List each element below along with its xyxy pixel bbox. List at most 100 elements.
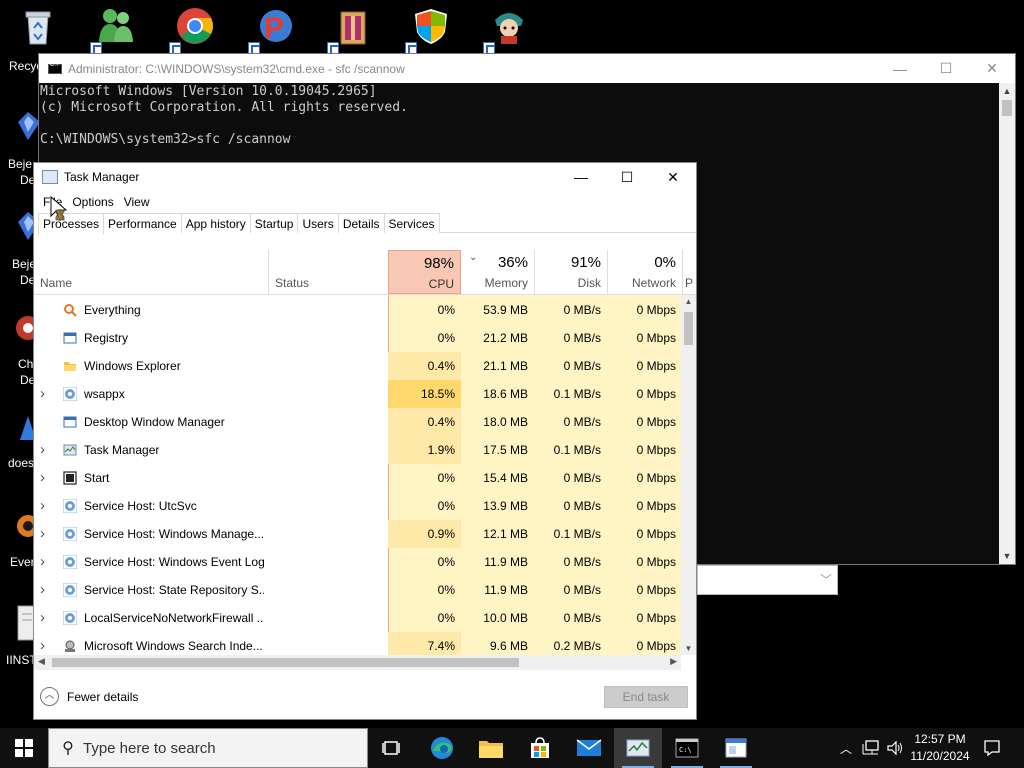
volume-icon[interactable] [884, 728, 906, 768]
table-row[interactable]: › Service Host: Windows Event Log 0% 11.9 M… [34, 548, 682, 576]
tm-maximize-button[interactable]: ☐ [604, 163, 650, 191]
table-row[interactable]: › Task Manager 1.9% 17.5 MB 0.1 MB/s 0 Mbps [34, 436, 682, 464]
tm-title: Task Manager [64, 170, 140, 184]
cmd-scrollbar[interactable]: ▲ ▼ [999, 83, 1015, 564]
cmd-close-button[interactable]: ✕ [969, 54, 1015, 83]
table-row[interactable]: Desktop Window Manager 0.4% 18.0 MB 0 MB/s 0… [34, 408, 682, 436]
taskbar-store[interactable] [516, 728, 564, 768]
winrar-icon[interactable] [325, 2, 381, 58]
process-vertical-scrollbar[interactable]: ▲ ▼ [681, 295, 696, 655]
expand-chevron-icon[interactable]: › [40, 604, 45, 632]
task-manager-window[interactable]: Task Manager — ☐ ✕ File Options View Pro… [33, 162, 697, 720]
expand-chevron-icon[interactable]: › [40, 380, 45, 408]
table-row[interactable]: › Service Host: Windows Manage... 0.9% 12.1… [34, 520, 682, 548]
table-row[interactable]: › Microsoft Windows Search Inde... 7.4% 9.6… [34, 632, 682, 655]
table-row[interactable]: › LocalServiceNoNetworkFirewall ... 0% 10.0… [34, 604, 682, 632]
tm-minimize-button[interactable]: — [558, 163, 604, 191]
taskbar-edge[interactable] [418, 728, 466, 768]
scroll-up-icon[interactable]: ▲ [681, 297, 696, 306]
header-network[interactable]: 0% Network [607, 250, 682, 294]
task-view-button[interactable] [368, 728, 416, 768]
expand-chevron-icon[interactable]: › [40, 436, 45, 464]
expand-chevron-icon[interactable]: › [40, 576, 45, 604]
chrome-icon[interactable] [167, 2, 223, 58]
cmd-scroll-thumb[interactable] [1002, 100, 1012, 116]
background-dropdown[interactable]: ﹀ [697, 565, 838, 595]
header-network-label: Network [631, 276, 676, 290]
cmd-icon: C:\ [675, 738, 699, 758]
table-row[interactable]: Registry 0% 21.2 MB 0 MB/s 0 Mbps [34, 324, 682, 352]
header-power[interactable]: P [682, 250, 696, 294]
cmd-console[interactable]: Microsoft Windows [Version 10.0.19045.29… [39, 83, 1015, 148]
cmd-minimize-button[interactable]: — [877, 54, 923, 83]
process-horizontal-scrollbar[interactable]: ◀ ▶ [34, 655, 681, 670]
tray-show-hidden-icon[interactable]: ︿ [836, 728, 856, 768]
tab-app-history[interactable]: App history [180, 213, 251, 233]
taskbar-file-explorer[interactable] [467, 728, 515, 768]
scroll-down-icon[interactable]: ▼ [999, 548, 1015, 564]
process-memory: 13.9 MB [483, 499, 528, 513]
tm-titlebar[interactable]: Task Manager — ☐ ✕ [34, 163, 696, 191]
horizontal-scroll-thumb[interactable] [52, 658, 519, 667]
process-disk: 0.1 MB/s [553, 387, 601, 401]
scroll-left-icon[interactable]: ◀ [38, 656, 45, 667]
network-icon[interactable] [860, 728, 882, 768]
header-memory[interactable]: ⌄ 36% Memory [461, 250, 534, 294]
process-cpu: 0% [437, 331, 455, 345]
process-memory: 21.1 MB [483, 359, 528, 373]
table-row[interactable]: › Start 0% 15.4 MB 0 MB/s 0 Mbps [34, 464, 682, 492]
taskbar-cmd[interactable]: C:\ [663, 728, 711, 768]
app-window-icon [725, 738, 747, 758]
notification-center-button[interactable] [978, 728, 1006, 768]
expand-chevron-icon[interactable]: › [40, 632, 45, 655]
tm-close-button[interactable]: ✕ [650, 163, 696, 191]
tab-details[interactable]: Details [337, 213, 385, 233]
vertical-scroll-thumb[interactable] [684, 312, 693, 345]
expand-chevron-icon[interactable]: › [40, 492, 45, 520]
tab-processes[interactable]: Processes [38, 213, 105, 234]
menu-options[interactable]: Options [67, 195, 118, 209]
cmd-maximize-button[interactable]: ☐ [923, 54, 969, 83]
expand-chevron-icon[interactable]: › [40, 520, 45, 548]
chevron-down-icon[interactable]: ﹀ [820, 571, 832, 588]
expand-chevron-icon[interactable]: › [40, 464, 45, 492]
scroll-down-icon[interactable]: ▼ [681, 644, 696, 653]
cmd-titlebar[interactable]: Administrator: C:\WINDOWS\system32\cmd.e… [39, 54, 1015, 83]
header-cpu[interactable]: 98% CPU [388, 250, 461, 294]
header-name[interactable]: Name [34, 250, 268, 294]
process-name: Desktop Window Manager [84, 415, 225, 429]
taskbar-app-window[interactable] [712, 728, 760, 768]
tab-services[interactable]: Services [383, 213, 440, 233]
header-status[interactable]: Status [268, 250, 388, 294]
recycle-bin-icon[interactable] [10, 2, 66, 58]
header-disk[interactable]: 91% Disk [534, 250, 607, 294]
tab-performance[interactable]: Performance [103, 213, 182, 233]
shield-icon [415, 9, 447, 44]
taskbar-clock[interactable]: 12:57 PM 11/20/2024 [906, 731, 974, 765]
game-p-icon[interactable]: P [246, 2, 302, 58]
table-row[interactable]: Everything 0% 53.9 MB 0 MB/s 0 Mbps [34, 296, 682, 324]
expand-chevron-icon[interactable]: › [40, 548, 45, 576]
taskbar-search-box[interactable]: ⚲ Type here to search [48, 728, 368, 768]
network-total: 0% [654, 254, 676, 271]
process-network: 0 Mbps [636, 415, 676, 429]
menu-view[interactable]: View [119, 195, 155, 209]
fewer-details-button[interactable]: ︿ Fewer details [40, 687, 138, 706]
taskbar-task-manager[interactable] [614, 728, 662, 768]
scroll-right-icon[interactable]: ▶ [670, 656, 677, 667]
process-name: Service Host: UtcSvc [84, 499, 197, 513]
tab-users[interactable]: Users [297, 213, 339, 233]
messenger-icon[interactable] [88, 2, 144, 58]
taskmanager-icon [626, 739, 650, 757]
windows-security-icon[interactable] [403, 2, 459, 58]
end-task-button[interactable]: End task [604, 686, 688, 708]
tab-startup[interactable]: Startup [249, 213, 299, 233]
table-row[interactable]: Windows Explorer 0.4% 21.1 MB 0 MB/s 0 Mbps [34, 352, 682, 380]
table-row[interactable]: › wsappx 18.5% 18.6 MB 0.1 MB/s 0 Mbps [34, 380, 682, 408]
table-row[interactable]: › Service Host: UtcSvc 0% 13.9 MB 0 MB/s 0 Mb… [34, 492, 682, 520]
table-row[interactable]: › Service Host: State Repository S... 0% 11… [34, 576, 682, 604]
start-button[interactable] [0, 728, 48, 768]
scroll-up-icon[interactable]: ▲ [999, 83, 1015, 99]
taskbar-mail[interactable] [565, 728, 613, 768]
game-character-icon[interactable] [481, 2, 537, 58]
